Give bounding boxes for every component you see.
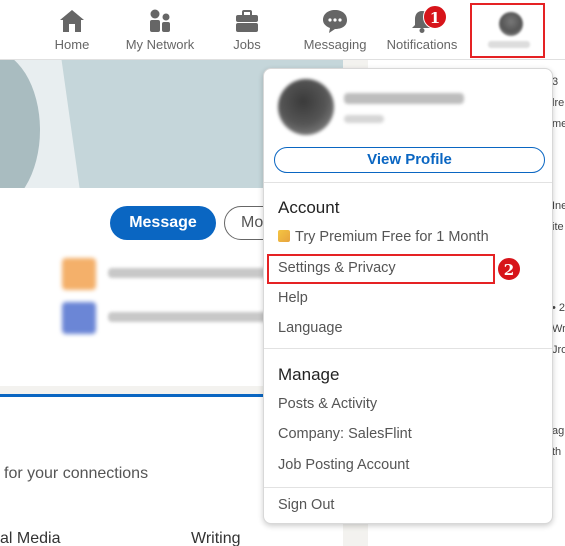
posts-activity-link[interactable]: Posts & Activity bbox=[278, 396, 377, 412]
try-premium-label: Try Premium Free for 1 Month bbox=[295, 229, 489, 245]
right-rail-text: me bbox=[552, 118, 565, 130]
experience-text-blurred bbox=[108, 268, 268, 278]
global-nav: Home My Network Jobs Messaging Notificat… bbox=[0, 0, 565, 60]
step-1-marker: 1 bbox=[423, 5, 447, 29]
nav-home[interactable]: Home bbox=[32, 6, 112, 56]
sign-out-link[interactable]: Sign Out bbox=[278, 497, 334, 513]
right-rail-text: Ine bbox=[552, 200, 565, 212]
nav-messaging-label: Messaging bbox=[303, 37, 367, 52]
right-rail-text: lre bbox=[552, 97, 565, 109]
right-rail-text: Jro bbox=[552, 344, 565, 356]
nav-notifications-label: Notifications bbox=[386, 37, 458, 52]
right-rail-text: Wr bbox=[552, 323, 565, 335]
profile-headline-blurred bbox=[344, 115, 384, 123]
step-2-marker: 2 bbox=[497, 257, 521, 281]
skill-label: Writing bbox=[191, 530, 241, 546]
nav-jobs[interactable]: Jobs bbox=[207, 6, 287, 56]
account-dropdown: View Profile Account Try Premium Free fo… bbox=[263, 68, 553, 524]
divider bbox=[264, 487, 552, 488]
premium-icon bbox=[278, 230, 290, 242]
people-icon bbox=[150, 9, 170, 32]
nav-my-network-label: My Network bbox=[125, 37, 195, 52]
right-rail-text: • 2 bbox=[552, 302, 565, 314]
profile-name-blurred bbox=[344, 93, 464, 104]
avatar bbox=[499, 12, 523, 36]
message-button[interactable]: Message bbox=[110, 206, 216, 240]
right-rail-text: th bbox=[552, 446, 562, 458]
education-text-blurred bbox=[108, 312, 288, 322]
manage-heading: Manage bbox=[278, 365, 340, 384]
skill-label: al Media bbox=[0, 530, 61, 546]
nav-jobs-label: Jobs bbox=[233, 37, 261, 52]
nav-home-label: Home bbox=[54, 37, 90, 52]
nav-notifications[interactable]: Notifications bbox=[382, 6, 462, 56]
nav-my-network[interactable]: My Network bbox=[120, 6, 200, 56]
company-logo bbox=[62, 258, 96, 290]
me-menu-button[interactable] bbox=[470, 3, 545, 58]
account-heading: Account bbox=[278, 198, 340, 217]
briefcase-icon bbox=[236, 10, 258, 32]
help-link[interactable]: Help bbox=[278, 290, 308, 306]
language-link[interactable]: Language bbox=[278, 320, 343, 336]
divider bbox=[264, 348, 552, 349]
school-logo bbox=[62, 302, 96, 334]
connections-text: for your connections bbox=[4, 465, 149, 482]
right-rail-text: ite bbox=[552, 221, 564, 233]
chat-bubble-icon bbox=[323, 10, 347, 33]
right-rail-text: ag bbox=[552, 425, 565, 437]
job-posting-account-link[interactable]: Job Posting Account bbox=[278, 457, 409, 473]
company-page-link[interactable]: Company: SalesFlint bbox=[278, 426, 412, 442]
home-icon bbox=[60, 10, 84, 32]
divider bbox=[264, 182, 552, 183]
avatar bbox=[278, 79, 334, 135]
me-label-blurred bbox=[488, 41, 530, 48]
settings-privacy-link[interactable]: Settings & Privacy bbox=[278, 260, 396, 276]
view-profile-button[interactable]: View Profile bbox=[274, 147, 545, 173]
try-premium-link[interactable]: Try Premium Free for 1 Month bbox=[278, 229, 489, 245]
nav-messaging[interactable]: Messaging bbox=[295, 6, 375, 56]
